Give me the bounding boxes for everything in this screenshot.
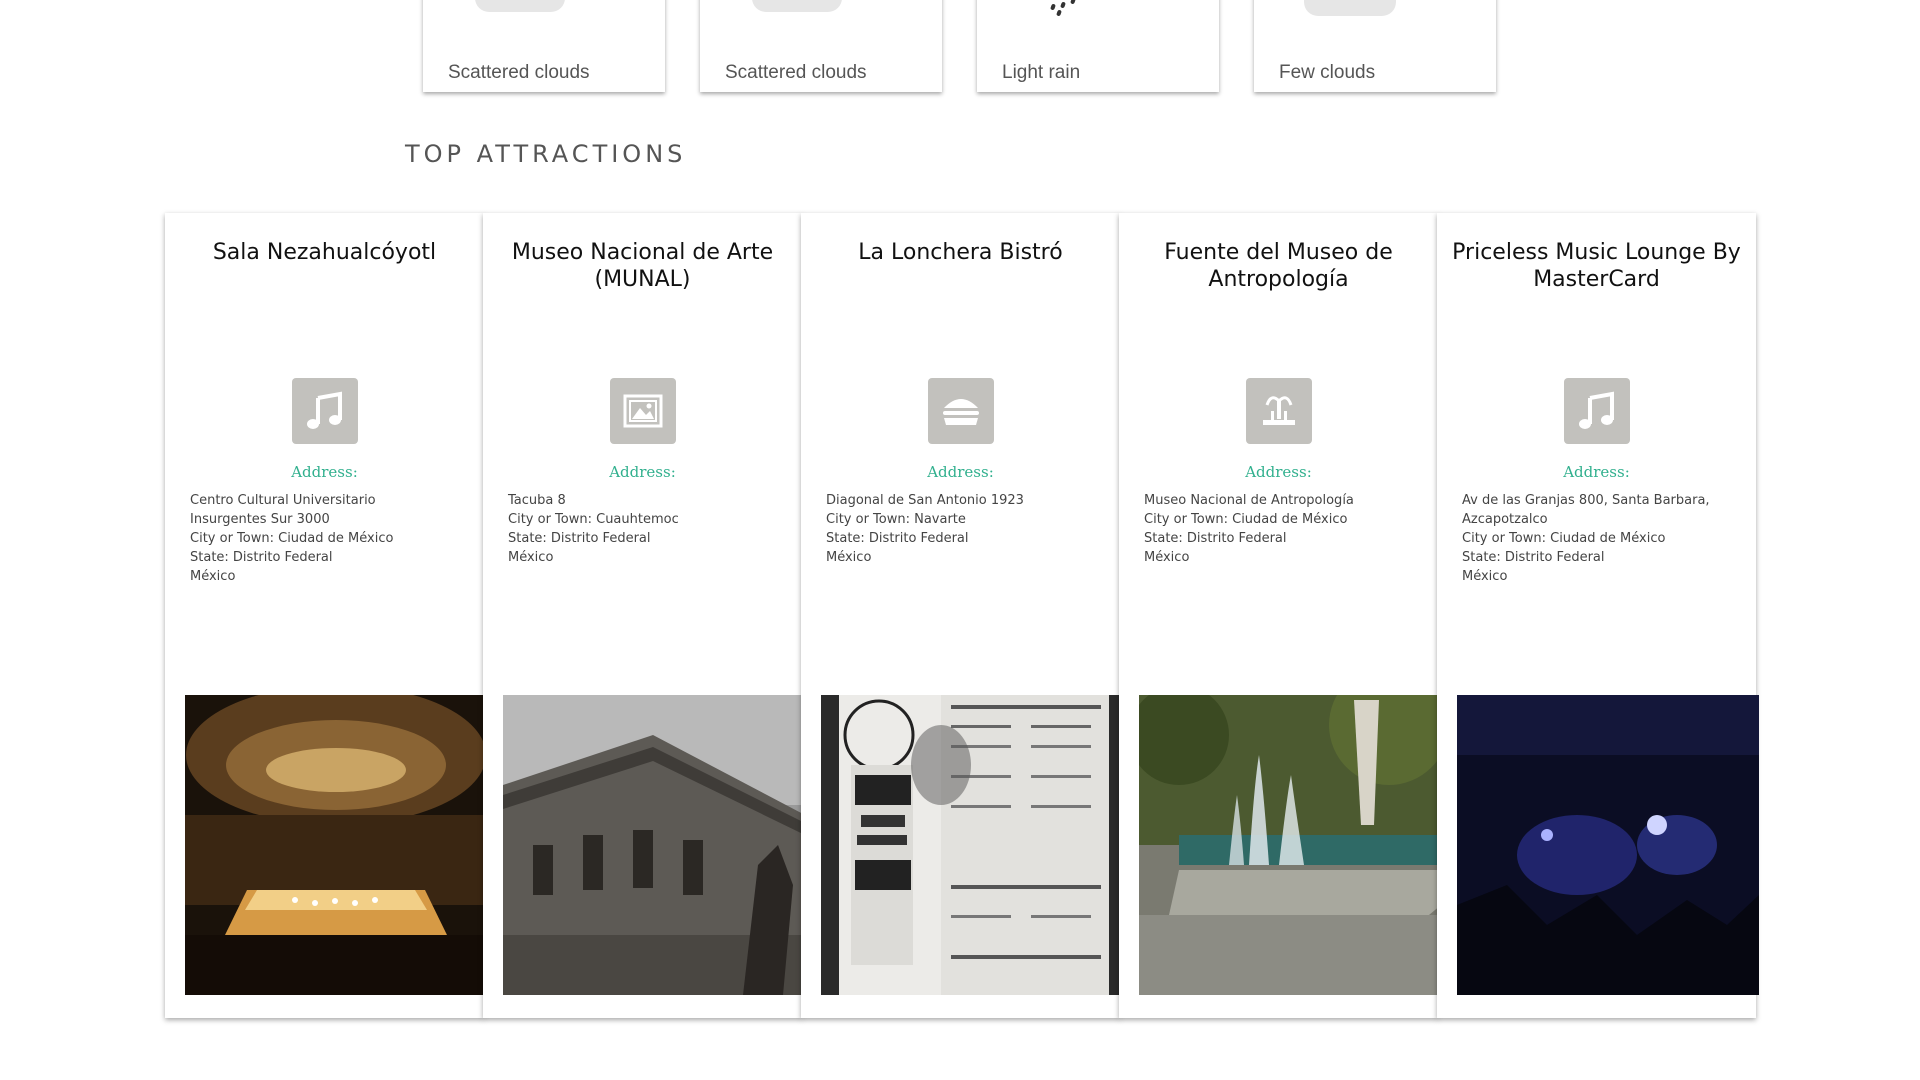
address-line: Tacuba 8 [508,493,566,508]
address-line: México [1462,569,1508,584]
attraction-title[interactable]: Fuente del Museo de Antropología [1129,239,1428,293]
cloud-icon [475,0,565,12]
address-line: Diagonal de San Antonio 1923 [826,493,1024,508]
weather-label: Few clouds [1279,62,1376,83]
address-block: Tacuba 8 City or Town: Cuauhtemoc State:… [508,491,782,567]
address-line: City or Town: Navarte [826,512,966,527]
attraction-title[interactable]: Sala Nezahualcóyotl [175,239,474,266]
cloud-icon [1304,0,1396,16]
attraction-card[interactable]: Priceless Music Lounge By MasterCard Add… [1437,213,1759,1018]
weather-card[interactable]: Light rain [977,0,1219,92]
attraction-photo[interactable] [821,695,1123,995]
address-line: State: Distrito Federal [826,531,969,546]
address-line: México [190,569,236,584]
attraction-title[interactable]: La Lonchera Bistró [811,239,1110,266]
attraction-card[interactable]: La Lonchera Bistró Address: Diagonal de … [801,213,1123,1018]
weather-card[interactable]: Scattered clouds [423,0,665,92]
attraction-photo[interactable] [1139,695,1441,995]
address-line: Azcapotzalco [1462,512,1548,527]
music-note-icon [291,378,358,444]
address-label: Address: [609,463,676,481]
address-block: Centro Cultural Universitario Insurgente… [190,491,464,586]
address-line: City or Town: Ciudad de México [1462,531,1666,546]
attraction-title[interactable]: Museo Nacional de Arte (MUNAL) [493,239,792,293]
attraction-photo[interactable] [1457,695,1759,995]
address-line: State: Distrito Federal [1144,531,1287,546]
address-line: México [508,550,554,565]
fountain-icon [1245,378,1312,444]
attraction-photo[interactable] [503,695,805,995]
address-label: Address: [927,463,994,481]
attraction-title[interactable]: Priceless Music Lounge By MasterCard [1447,239,1746,293]
music-note-icon [1563,378,1630,444]
address-line: Centro Cultural Universitario [190,493,376,508]
address-line: State: Distrito Federal [508,531,651,546]
address-line: City or Town: Ciudad de México [190,531,394,546]
weather-label: Scattered clouds [725,62,867,83]
address-block: Museo Nacional de Antropología City or T… [1144,491,1418,567]
address-block: Diagonal de San Antonio 1923 City or Tow… [826,491,1100,567]
weather-label: Light rain [1002,62,1081,83]
rain-icon [1049,0,1089,17]
attraction-card[interactable]: Sala Nezahualcóyotl Address: Centro Cult… [165,213,487,1018]
address-line: México [1144,550,1190,565]
address-line: México [826,550,872,565]
address-line: Av de las Granjas 800, Santa Barbara, [1462,493,1710,508]
attraction-photo[interactable] [185,695,487,995]
address-line: City or Town: Cuauhtemoc [508,512,679,527]
address-line: State: Distrito Federal [1462,550,1605,565]
burger-icon [927,378,994,444]
weather-label: Scattered clouds [448,62,590,83]
address-block: Av de las Granjas 800, Santa Barbara, Az… [1462,491,1736,586]
attraction-card[interactable]: Museo Nacional de Arte (MUNAL) Address: … [483,213,805,1018]
cloud-icon [752,0,842,12]
weather-card[interactable]: Scattered clouds [700,0,942,92]
address-line: Insurgentes Sur 3000 [190,512,330,527]
address-line: Museo Nacional de Antropología [1144,493,1354,508]
address-label: Address: [291,463,358,481]
attraction-card[interactable]: Fuente del Museo de Antropología Address… [1119,213,1441,1018]
address-label: Address: [1563,463,1630,481]
picture-icon [609,378,676,444]
address-line: State: Distrito Federal [190,550,333,565]
address-label: Address: [1245,463,1312,481]
section-title: TOP ATTRACTIONS [405,140,687,168]
address-line: City or Town: Ciudad de México [1144,512,1348,527]
weather-card[interactable]: Few clouds [1254,0,1496,92]
